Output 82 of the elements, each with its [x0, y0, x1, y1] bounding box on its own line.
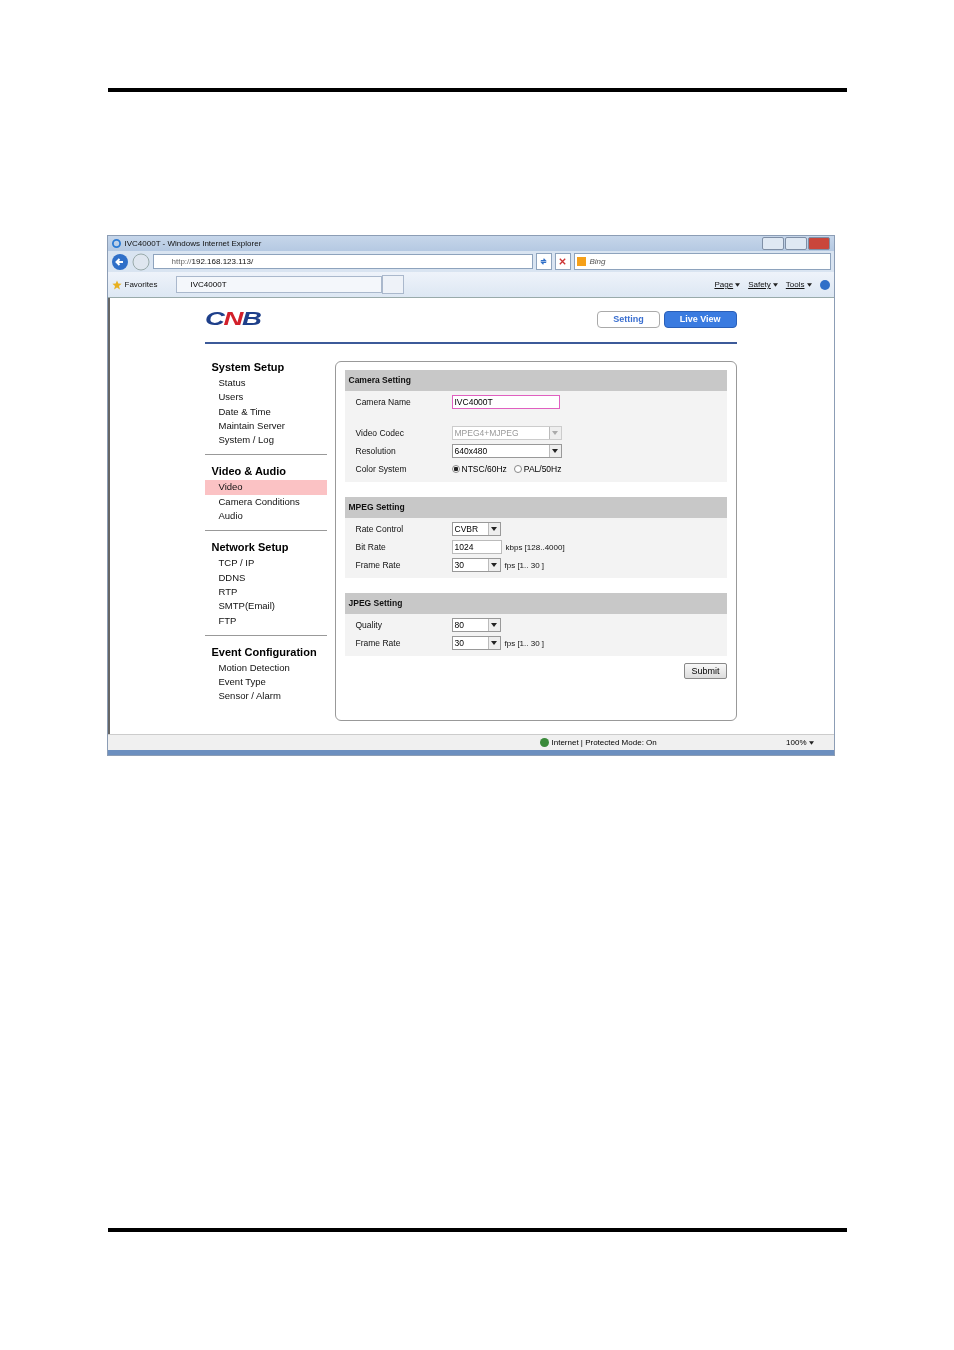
field-label: Quality	[355, 620, 383, 630]
close-icon	[558, 257, 567, 266]
field-label: Video Codec	[355, 428, 406, 438]
caret-icon	[806, 282, 812, 287]
zoom-level[interactable]: 100%	[786, 738, 814, 747]
sidebar-item[interactable]: Motion Detection	[204, 660, 327, 676]
back-icon[interactable]	[110, 252, 129, 271]
sidebar-item[interactable]: RTP	[204, 584, 327, 600]
caret-icon	[552, 431, 558, 435]
sidebar-item[interactable]: DDNS	[204, 570, 327, 585]
caret-icon	[552, 449, 558, 453]
sidebar-item[interactable]: Video	[204, 480, 327, 495]
close-button[interactable]	[807, 237, 830, 250]
field-label: Color System	[355, 464, 408, 474]
dropdown[interactable]: 80	[451, 618, 501, 632]
browser-logo-icon	[111, 239, 121, 248]
minimize-button[interactable]	[761, 237, 784, 250]
sidebar-heading: Video & Audio	[210, 465, 288, 480]
search-field[interactable]: Bing	[573, 253, 831, 270]
range-hint: fps [1.. 30 ]	[504, 560, 545, 570]
url-field[interactable]: http://192.168.123.113/	[152, 254, 533, 269]
browser-tab[interactable]: IVC4000T	[175, 276, 382, 293]
caret-icon	[491, 527, 497, 531]
submit-button[interactable]: Submit	[684, 663, 727, 679]
range-hint: fps [1.. 30 ]	[504, 638, 545, 648]
logo: CNB	[204, 308, 260, 330]
dropdown[interactable]: 640x480	[451, 444, 562, 458]
field-label: Resolution	[355, 446, 397, 456]
star-icon	[111, 279, 122, 290]
status-text: Internet | Protected Mode: On	[539, 738, 657, 747]
field-label: Camera Name	[355, 397, 412, 407]
sidebar-item[interactable]: Date & Time	[204, 404, 327, 419]
toolbar-menu[interactable]: Page	[714, 280, 741, 289]
radio-label: PAL/50Hz	[523, 464, 562, 474]
sidebar-item[interactable]: Event Type	[204, 675, 327, 690]
radio-button[interactable]	[513, 465, 522, 473]
dropdown[interactable]: 30	[451, 636, 501, 650]
caret-icon	[491, 563, 497, 567]
sidebar-item[interactable]: Status	[204, 376, 327, 391]
section-header: JPEG Setting	[344, 593, 727, 614]
refresh-icon	[539, 257, 548, 266]
setting-button[interactable]: Setting	[597, 310, 660, 328]
radio-label: NTSC/60Hz	[461, 464, 507, 474]
text-field[interactable]: IVC4000T	[451, 395, 560, 409]
range-hint: kbps [128..4000]	[505, 542, 565, 552]
field-label: Bit Rate	[355, 542, 387, 552]
dropdown[interactable]: CVBR	[451, 522, 501, 536]
sidebar-heading: Event Configuration	[210, 645, 318, 660]
caret-icon	[772, 282, 778, 287]
toolbar-menu[interactable]: Tools	[785, 280, 812, 289]
field-label: Rate Control	[355, 524, 405, 534]
sidebar-item[interactable]: Maintain Server	[204, 418, 327, 434]
sidebar-item[interactable]: FTP	[204, 613, 327, 628]
refresh-button[interactable]	[535, 253, 552, 270]
favorites-button[interactable]: Favorites	[111, 279, 176, 290]
sidebar-item[interactable]: Audio	[204, 509, 327, 524]
dropdown[interactable]: 30	[451, 558, 501, 572]
section-header: MPEG Setting	[344, 497, 727, 518]
sidebar-heading: System Setup	[210, 361, 286, 375]
radio-button[interactable]	[451, 465, 460, 473]
field-label: Frame Rate	[355, 638, 402, 648]
sidebar-item[interactable]: System / Log	[204, 433, 327, 448]
help-icon[interactable]	[819, 279, 830, 290]
caret-icon	[491, 623, 497, 627]
window-title: IVC4000T - Windows Internet Explorer	[124, 239, 262, 248]
new-tab-button[interactable]	[381, 275, 404, 294]
live-view-button[interactable]: Live View	[663, 310, 737, 328]
sidebar-heading: Network Setup	[210, 541, 290, 556]
caret-icon	[735, 282, 741, 287]
caret-icon	[808, 740, 814, 745]
section-header: Camera Setting	[344, 370, 727, 391]
field-label: Frame Rate	[355, 560, 402, 570]
sidebar-item[interactable]: Camera Conditions	[204, 494, 327, 510]
sidebar-item[interactable]: TCP / IP	[204, 556, 327, 571]
stop-button[interactable]	[554, 253, 571, 270]
sidebar-item[interactable]: SMTP(Email)	[204, 599, 327, 614]
sidebar-item[interactable]: Sensor / Alarm	[204, 689, 327, 704]
toolbar-menu[interactable]: Safety	[748, 280, 778, 289]
restore-button[interactable]	[784, 237, 807, 250]
sidebar-item[interactable]: Users	[204, 390, 327, 405]
caret-icon	[491, 641, 497, 645]
text-field[interactable]: 1024	[451, 540, 502, 554]
